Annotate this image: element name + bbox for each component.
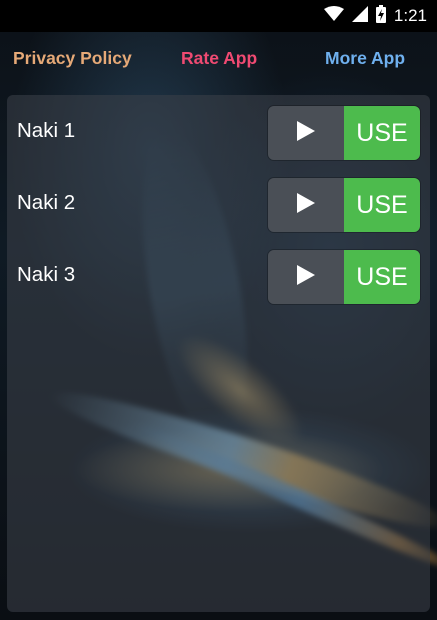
rate-app-link[interactable]: Rate App: [181, 48, 257, 69]
item-label: Naki 3: [17, 263, 76, 286]
play-button[interactable]: [268, 106, 344, 160]
play-button[interactable]: [268, 250, 344, 304]
more-app-link[interactable]: More App: [325, 48, 405, 69]
battery-charging-icon: [375, 4, 386, 28]
use-button[interactable]: USE: [344, 250, 420, 304]
item-label: Naki 2: [17, 191, 76, 214]
status-time: 1:21: [393, 6, 427, 25]
use-button[interactable]: USE: [344, 106, 420, 160]
list-item: Naki 2 USE: [7, 178, 430, 232]
sound-list-panel: Naki 1 USE Naki 2 USE Naki 3 USE: [7, 95, 430, 612]
play-icon: [296, 264, 316, 291]
item-controls: USE: [268, 106, 420, 160]
wifi-icon: [323, 5, 344, 27]
signal-icon: [351, 5, 368, 27]
header-links: Privacy Policy Rate App More App: [0, 44, 437, 76]
play-button[interactable]: [268, 178, 344, 232]
play-icon: [296, 120, 316, 147]
list-item: Naki 3 USE: [7, 250, 430, 304]
list-item: Naki 1 USE: [7, 106, 430, 160]
item-controls: USE: [268, 250, 420, 304]
play-icon: [296, 192, 316, 219]
item-label: Naki 1: [17, 119, 76, 142]
item-controls: USE: [268, 178, 420, 232]
use-button[interactable]: USE: [344, 178, 420, 232]
status-bar: 1:21: [0, 0, 437, 32]
status-icons: 1:21: [323, 4, 427, 28]
privacy-policy-link[interactable]: Privacy Policy: [13, 48, 132, 69]
